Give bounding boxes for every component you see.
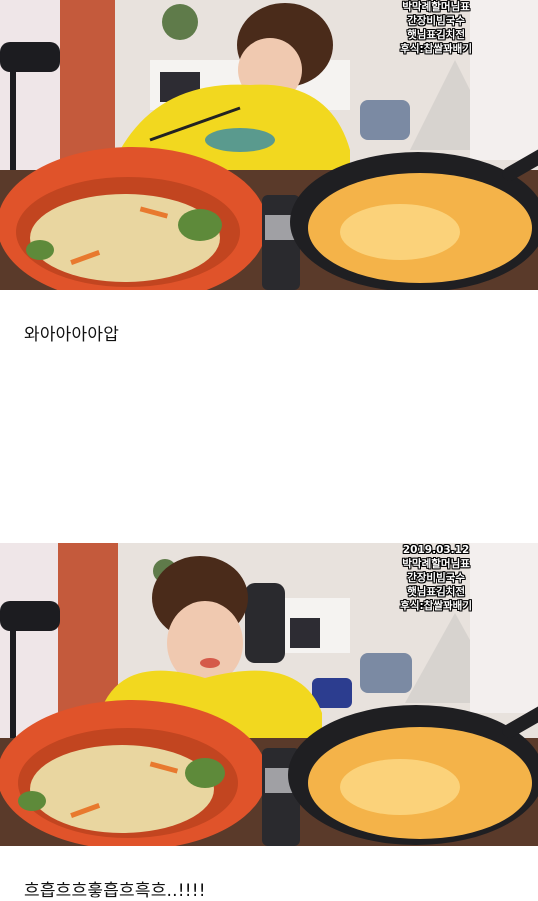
caption-1: 와아아아아압 — [24, 325, 120, 345]
menu-line: 후식:찹쌀꽈배기 — [400, 600, 472, 612]
menu-line: 후식:찹쌀꽈배기 — [400, 43, 472, 55]
caption-2: 흐흡흐흐흫흡흐흑흐..!!!! — [24, 881, 206, 901]
menu-line: 간장비빔국수 — [407, 15, 466, 27]
menu-line: 박막례할머님표 — [402, 1, 470, 13]
menu-line: 햇님표김치전 — [407, 586, 466, 598]
menu-line: 햇님표김치전 — [407, 29, 466, 41]
menu-line: 간장비빔국수 — [407, 572, 466, 584]
menu-overlay-2: 2019.03.12 박막례할머님표 간장비빔국수 햇님표김치전 후식:찹쌀꽈배… — [400, 543, 472, 613]
menu-overlay-1: 박막례할머님표 간장비빔국수 햇님표김치전 후식:찹쌀꽈배기 — [400, 0, 472, 56]
date-label: 2019.03.12 — [402, 544, 470, 556]
menu-line: 박막례할머님표 — [402, 558, 470, 570]
